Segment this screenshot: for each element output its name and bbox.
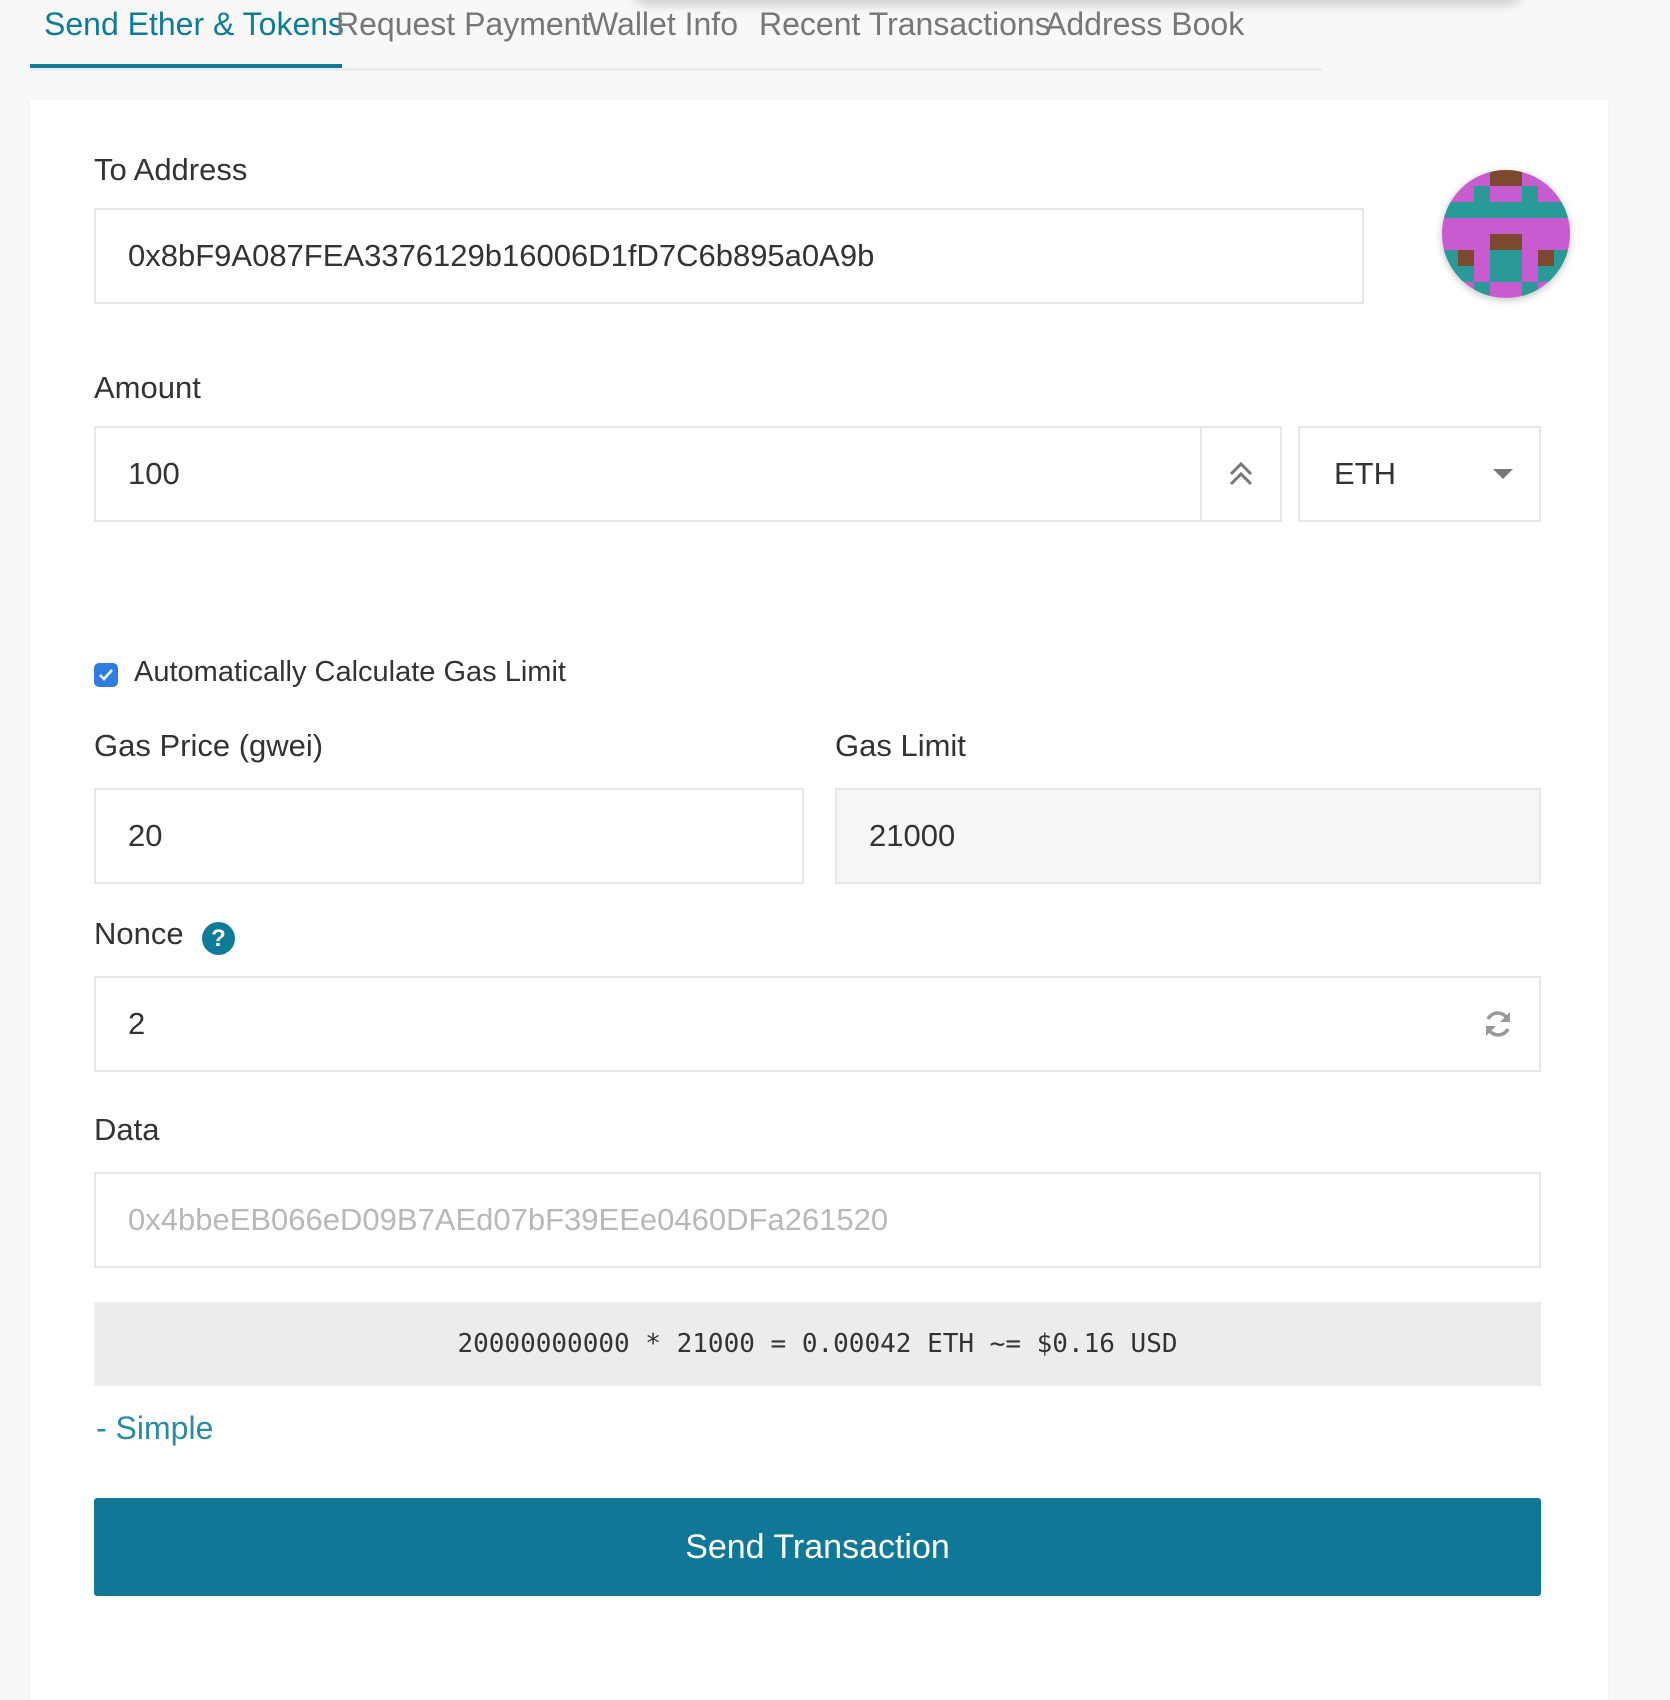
amount-spinner-button[interactable] — [1200, 428, 1280, 520]
data-label: Data — [94, 1112, 160, 1147]
gas-limit-input[interactable]: 21000 — [835, 788, 1541, 884]
auto-gas-checkbox[interactable] — [94, 663, 118, 687]
send-form-card: To Address 0x8bF9A087FEA3376129b16006D1f… — [30, 100, 1608, 1700]
caret-down-icon — [1493, 469, 1513, 479]
auto-gas-label: Automatically Calculate Gas Limit — [134, 656, 566, 688]
nonce-input[interactable]: 2 — [94, 976, 1541, 1072]
simple-mode-link[interactable]: - Simple — [96, 1410, 213, 1447]
tab-address-book[interactable]: Address Book — [1045, 6, 1244, 43]
tab-recent-transactions[interactable]: Recent Transactions — [759, 6, 1051, 43]
identicon-avatar — [1442, 170, 1570, 298]
amount-input[interactable]: 100 — [94, 426, 1282, 522]
tab-bar: Send Ether & Tokens Request Payment Wall… — [30, 0, 1322, 71]
send-transaction-button[interactable]: Send Transaction — [94, 1498, 1541, 1596]
checkmark-icon — [99, 669, 113, 681]
tab-request-payment[interactable]: Request Payment — [336, 6, 590, 43]
unit-select[interactable]: ETH — [1298, 426, 1541, 522]
double-chevron-up-icon — [1229, 461, 1253, 486]
transaction-cost-summary: 20000000000 * 21000 = 0.00042 ETH ~= $0.… — [94, 1302, 1541, 1386]
amount-label: Amount — [94, 370, 201, 405]
gas-limit-label: Gas Limit — [835, 728, 966, 763]
unit-select-value: ETH — [1334, 456, 1396, 491]
to-address-label: To Address — [94, 152, 248, 187]
refresh-icon[interactable] — [1481, 1007, 1515, 1041]
amount-value: 100 — [128, 456, 180, 491]
nonce-label: Nonce — [94, 916, 184, 951]
gas-price-input[interactable]: 20 — [94, 788, 804, 884]
gas-price-label: Gas Price (gwei) — [94, 728, 324, 763]
nonce-value: 2 — [128, 1006, 146, 1041]
question-circle-icon[interactable]: ? — [202, 922, 235, 955]
active-tab-indicator — [30, 64, 342, 68]
tab-send-ether-tokens[interactable]: Send Ether & Tokens — [44, 6, 344, 43]
tab-wallet-info[interactable]: Wallet Info — [588, 6, 738, 43]
to-address-input[interactable]: 0x8bF9A087FEA3376129b16006D1fD7C6b895a0A… — [94, 208, 1364, 304]
data-input[interactable]: 0x4bbeEB066eD09B7AEd07bF39EEe0460DFa2615… — [94, 1172, 1541, 1268]
